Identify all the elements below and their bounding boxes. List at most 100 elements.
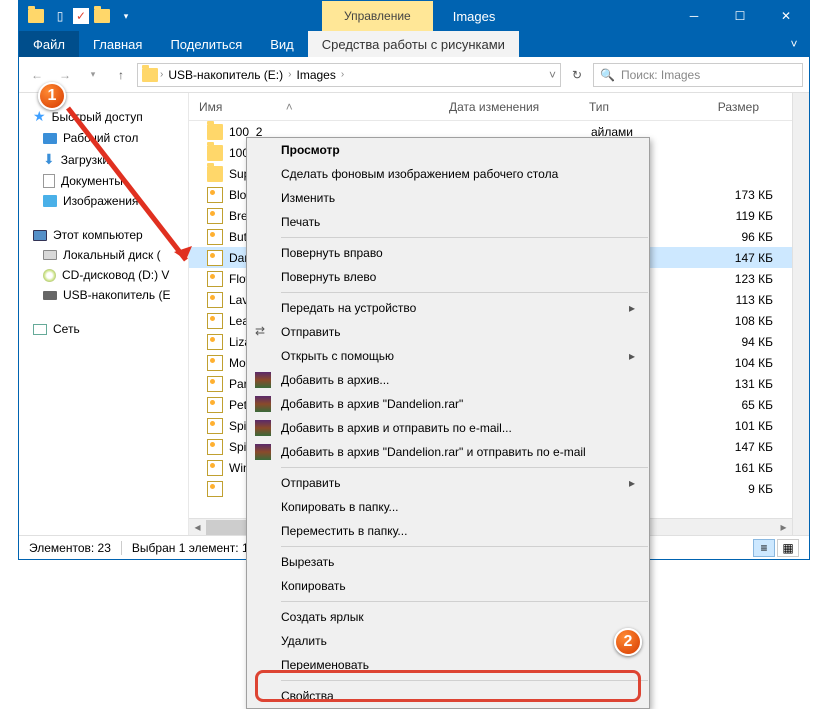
scroll-right-icon[interactable]: ▸ [775, 519, 792, 535]
menu-item[interactable]: Создать ярлык [247, 605, 649, 629]
tab-file[interactable]: Файл [19, 31, 79, 57]
menu-item[interactable]: Отправить▸ [247, 471, 649, 495]
view-details-icon[interactable]: ≡ [753, 539, 775, 557]
tab-picture-tools[interactable]: Средства работы с рисунками [308, 31, 519, 57]
minimize-button[interactable]: ─ [671, 1, 717, 31]
menu-item[interactable]: Добавить в архив "Dandelion.rar" [247, 392, 649, 416]
menu-item[interactable]: Просмотр [247, 138, 649, 162]
menu-item[interactable]: Удалить [247, 629, 649, 653]
menu-item[interactable]: Переместить в папку... [247, 519, 649, 543]
file-size: 101 КБ [701, 419, 773, 433]
menu-label: Печать [281, 215, 320, 229]
img-icon [207, 334, 223, 350]
menu-label: Сделать фоновым изображением рабочего ст… [281, 167, 558, 181]
folder-icon [142, 68, 158, 82]
col-date[interactable]: Дата изменения [439, 100, 579, 114]
submenu-icon: ▸ [629, 476, 635, 490]
qat-drop-icon[interactable]: ▾ [115, 5, 137, 27]
img-icon [207, 397, 223, 413]
addr-drop-icon[interactable]: ˅ [549, 68, 556, 82]
breadcrumb-seg[interactable]: Images [293, 68, 338, 82]
scrollbar-vertical[interactable] [792, 93, 809, 535]
document-icon [43, 174, 55, 188]
sidebar-network[interactable]: Сеть [19, 319, 188, 339]
menu-separator [281, 546, 648, 547]
status-count: Элементов: 23 [29, 541, 111, 555]
disk-icon [43, 250, 57, 260]
menu-item[interactable]: Свойства [247, 684, 649, 708]
menu-item[interactable]: Копировать [247, 574, 649, 598]
menu-item[interactable]: Добавить в архив... [247, 368, 649, 392]
refresh-icon[interactable]: ↻ [565, 63, 589, 87]
rar-icon [255, 420, 271, 436]
view-large-icon[interactable]: ▦ [777, 539, 799, 557]
sort-icon: ˄ [286, 100, 293, 114]
folder-icon [25, 5, 47, 27]
tab-home[interactable]: Главная [79, 31, 156, 57]
pictures-icon [43, 195, 57, 207]
close-button[interactable]: ✕ [763, 1, 809, 31]
chevron-right-icon[interactable]: › [288, 69, 291, 80]
menu-item[interactable]: Добавить в архив и отправить по e-mail..… [247, 416, 649, 440]
column-headers[interactable]: Имя ˄ Дата изменения Тип Размер [189, 93, 809, 121]
menu-item[interactable]: Копировать в папку... [247, 495, 649, 519]
qat-btn[interactable]: ▯ [49, 5, 71, 27]
menu-label: Добавить в архив "Dandelion.rar" [281, 397, 463, 411]
maximize-button[interactable]: ☐ [717, 1, 763, 31]
menu-item[interactable]: Переименовать [247, 653, 649, 677]
menu-item[interactable]: Передать на устройство▸ [247, 296, 649, 320]
cd-icon [43, 269, 56, 282]
scroll-left-icon[interactable]: ◂ [189, 519, 206, 535]
img-icon [207, 460, 223, 476]
img-icon [207, 418, 223, 434]
file-size: 123 КБ [701, 272, 773, 286]
img-icon [207, 439, 223, 455]
sidebar-usb-drive[interactable]: USB-накопитель (E [19, 285, 188, 305]
menu-label: Свойства [281, 689, 334, 703]
menu-separator [281, 601, 648, 602]
ribbon-expand-icon[interactable]: ˅ [779, 31, 809, 57]
usb-icon [43, 291, 57, 300]
menu-item[interactable]: ⇄Отправить [247, 320, 649, 344]
file-size: 147 КБ [701, 251, 773, 265]
menu-label: Добавить в архив и отправить по e-mail..… [281, 421, 512, 435]
breadcrumb-seg[interactable]: USB-накопитель (E:) [165, 68, 286, 82]
menu-label: Добавить в архив "Dandelion.rar" и отпра… [281, 445, 586, 459]
menu-item[interactable]: Открыть с помощью▸ [247, 344, 649, 368]
menu-item[interactable]: Печать [247, 210, 649, 234]
scroll-thumb[interactable] [206, 520, 246, 535]
menu-item[interactable]: Повернуть вправо [247, 241, 649, 265]
search-input[interactable]: 🔍 Поиск: Images [593, 63, 803, 87]
col-size[interactable]: Размер [689, 100, 769, 114]
contextual-tab[interactable]: Управление [322, 1, 433, 31]
menu-separator [281, 237, 648, 238]
qat-check-icon[interactable]: ✓ [73, 8, 89, 24]
menu-item[interactable]: Добавить в архив "Dandelion.rar" и отпра… [247, 440, 649, 464]
chevron-right-icon[interactable]: › [341, 69, 344, 80]
menu-item[interactable]: Вырезать [247, 550, 649, 574]
file-size: 65 КБ [701, 398, 773, 412]
col-name[interactable]: Имя ˄ [189, 100, 439, 114]
network-icon [33, 324, 47, 335]
annotation-badge-2: 2 [614, 628, 642, 656]
col-type[interactable]: Тип [579, 100, 689, 114]
menu-label: Повернуть вправо [281, 246, 383, 260]
nav-up-icon[interactable]: ↑ [109, 63, 133, 87]
menu-separator [281, 467, 648, 468]
img-icon [207, 376, 223, 392]
tab-view[interactable]: Вид [256, 31, 308, 57]
pc-icon [33, 230, 47, 241]
file-size: 173 КБ [701, 188, 773, 202]
chevron-right-icon[interactable]: › [160, 69, 163, 80]
search-icon: 🔍 [600, 68, 615, 82]
tab-share[interactable]: Поделиться [156, 31, 256, 57]
address-bar[interactable]: › USB-накопитель (E:) › Images › ˅ [137, 63, 561, 87]
qat-btn2[interactable] [91, 5, 113, 27]
context-menu[interactable]: Просмотр Сделать фоновым изображением раб… [246, 137, 650, 709]
menu-item[interactable]: Повернуть влево [247, 265, 649, 289]
rar-icon [255, 372, 271, 388]
menu-item[interactable]: Изменить [247, 186, 649, 210]
menu-item[interactable]: Сделать фоновым изображением рабочего ст… [247, 162, 649, 186]
rar-icon [255, 396, 271, 412]
nav-recent-icon[interactable]: ▾ [81, 63, 105, 87]
